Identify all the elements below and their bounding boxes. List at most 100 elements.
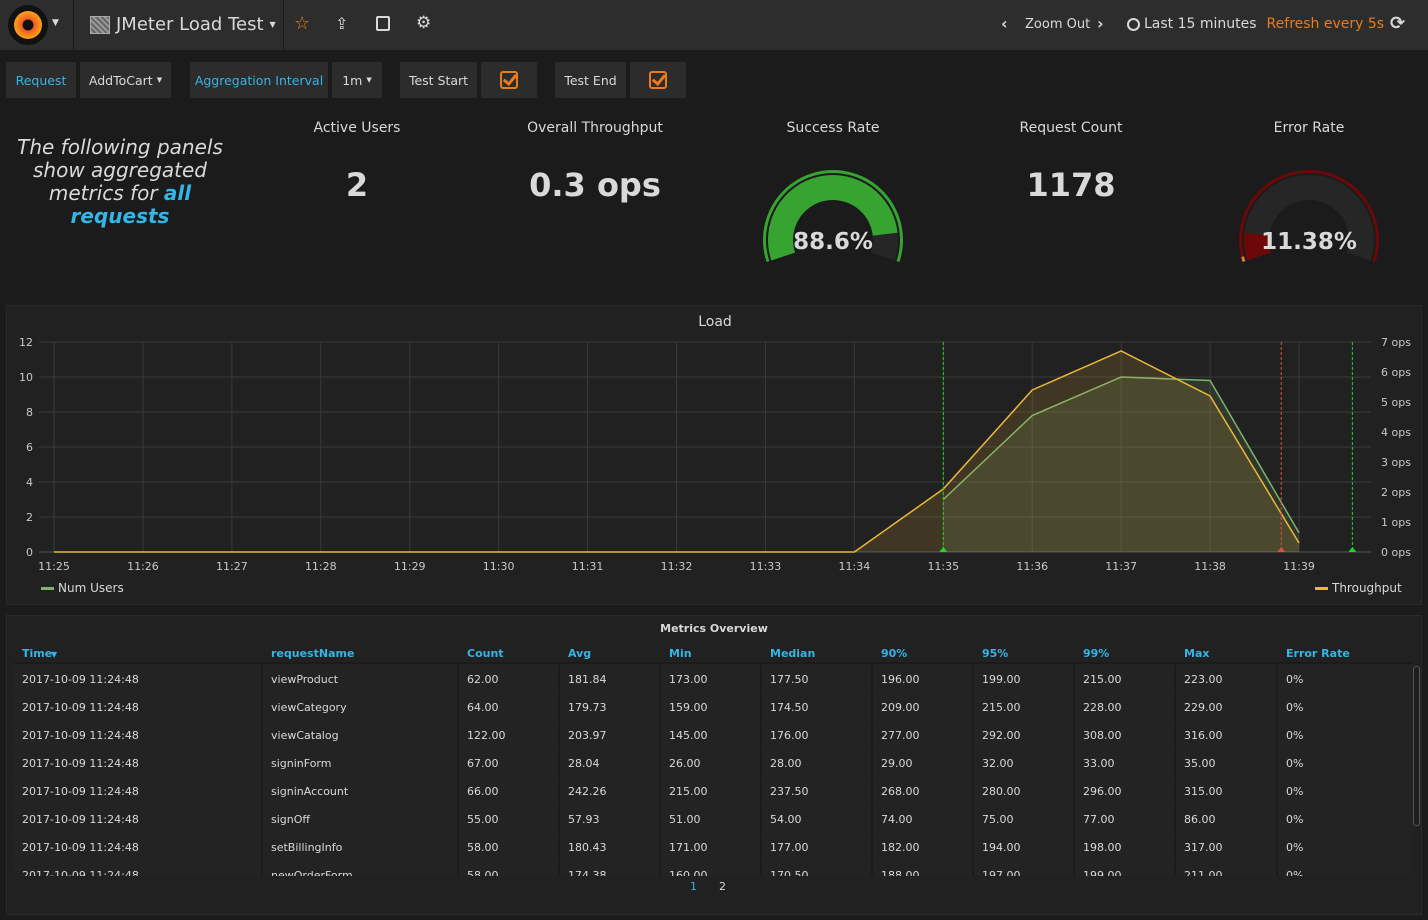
column-divider — [1073, 749, 1075, 776]
column-divider — [558, 665, 560, 692]
x-tick-label: 11:25 — [38, 560, 70, 573]
dashboard-title-button[interactable]: JMeter Load Test ▼ — [90, 14, 276, 35]
column-divider — [760, 721, 762, 748]
column-divider — [1073, 805, 1075, 832]
column-divider — [558, 777, 560, 804]
request-variable-dropdown[interactable]: AddToCart ▼ — [80, 62, 171, 98]
column-divider — [871, 833, 873, 860]
aggregation-interval-dropdown[interactable]: 1m ▼ — [332, 62, 382, 98]
table-cell: 0% — [1286, 841, 1304, 854]
table-cell: 32.00 — [982, 757, 1014, 770]
table-cell: viewCatalog — [271, 729, 339, 742]
table-cell: 317.00 — [1184, 841, 1223, 854]
column-divider — [457, 805, 459, 832]
column-divider — [871, 721, 873, 748]
column-divider — [760, 693, 762, 720]
success-rate-value: 88.6% — [793, 229, 873, 255]
column-header[interactable]: Avg — [568, 647, 591, 660]
test-start-checkbox[interactable] — [481, 62, 537, 98]
table-cell: 170.50 — [770, 869, 809, 876]
legend-swatch-icon — [1315, 586, 1328, 590]
column-divider — [972, 665, 974, 692]
column-divider — [457, 777, 459, 804]
gear-icon[interactable]: ⚙ — [416, 13, 431, 33]
table-cell: 28.04 — [568, 757, 600, 770]
star-icon[interactable]: ☆ — [294, 13, 310, 34]
column-header[interactable]: Time — [22, 647, 52, 660]
table-cell: 177.50 — [770, 673, 809, 686]
save-icon[interactable] — [376, 16, 390, 31]
table-cell: 194.00 — [982, 841, 1021, 854]
column-divider — [659, 777, 661, 804]
table-cell: 215.00 — [669, 785, 708, 798]
column-header[interactable]: 99% — [1083, 647, 1109, 660]
legend-num-users[interactable]: Num Users — [41, 581, 124, 595]
page-2-link[interactable]: 2 — [719, 880, 726, 893]
throughput-value: 0.3 ops — [529, 166, 661, 204]
column-divider — [1174, 805, 1176, 832]
caret-down-icon[interactable]: ▼ — [52, 18, 59, 28]
table-cell: 316.00 — [1184, 729, 1223, 742]
table-cell: setBillingInfo — [271, 841, 343, 854]
zoom-out-button[interactable]: Zoom Out — [1025, 17, 1090, 32]
table-cell: 66.00 — [467, 785, 499, 798]
table-cell: 196.00 — [881, 673, 920, 686]
y-right-tick-label: 1 ops — [1381, 516, 1411, 529]
column-divider — [1174, 833, 1176, 860]
column-header[interactable]: 90% — [881, 647, 907, 660]
table-cell: 2017-10-09 11:24:48 — [22, 869, 139, 876]
share-icon[interactable]: ⇪ — [335, 14, 348, 33]
column-divider — [261, 833, 263, 860]
chevron-right-icon[interactable]: › — [1097, 14, 1104, 33]
column-header[interactable]: Min — [669, 647, 692, 660]
column-divider — [972, 805, 974, 832]
x-tick-label: 11:35 — [927, 560, 959, 573]
table-cell: 268.00 — [881, 785, 920, 798]
column-divider — [972, 721, 974, 748]
column-divider — [1276, 861, 1278, 876]
table-cell: 28.00 — [770, 757, 802, 770]
column-divider — [558, 833, 560, 860]
y-left-tick-label: 0 — [26, 546, 33, 559]
page-1-link[interactable]: 1 — [690, 880, 697, 893]
column-divider — [1276, 693, 1278, 720]
test-end-checkbox[interactable] — [630, 62, 686, 98]
caret-down-icon: ▼ — [156, 76, 163, 84]
table-cell: 198.00 — [1083, 841, 1122, 854]
table-cell: 209.00 — [881, 701, 920, 714]
table-cell: 0% — [1286, 813, 1304, 826]
x-tick-label: 11:26 — [127, 560, 159, 573]
column-header[interactable]: Max — [1184, 647, 1209, 660]
table-row: 2017-10-09 11:24:48 setBillingInfo 58.00 18… — [14, 833, 1412, 860]
table-cell: 0% — [1286, 869, 1304, 876]
table-cell: 58.00 — [467, 841, 499, 854]
table-cell: 64.00 — [467, 701, 499, 714]
grafana-logo-button[interactable] — [8, 5, 48, 45]
table-scrollbar[interactable] — [1413, 666, 1420, 826]
throughput-title: Overall Throughput — [527, 120, 663, 136]
column-divider — [1276, 665, 1278, 692]
legend-label: Num Users — [58, 581, 124, 595]
y-left-tick-label: 10 — [19, 371, 33, 384]
column-divider — [1073, 693, 1075, 720]
column-divider — [457, 749, 459, 776]
column-header[interactable]: requestName — [271, 647, 354, 660]
x-tick-label: 11:33 — [750, 560, 782, 573]
column-header[interactable]: Count — [467, 647, 504, 660]
column-header[interactable]: Error Rate — [1286, 647, 1350, 660]
legend-throughput[interactable]: Throughput — [1315, 581, 1402, 595]
table-cell: 188.00 — [881, 869, 920, 876]
table-cell: 74.00 — [881, 813, 913, 826]
refresh-icon[interactable]: ⟳ — [1390, 13, 1405, 34]
column-header[interactable]: Median — [770, 647, 815, 660]
time-picker-button[interactable]: Last 15 minutes Refresh every 5s — [1127, 16, 1384, 32]
table-cell: 180.43 — [568, 841, 607, 854]
column-divider — [760, 665, 762, 692]
table-cell: 33.00 — [1083, 757, 1115, 770]
column-header[interactable]: 95% — [982, 647, 1008, 660]
column-divider — [760, 861, 762, 876]
table-cell: 174.50 — [770, 701, 809, 714]
y-left-tick-label: 8 — [26, 406, 33, 419]
table-cell: 159.00 — [669, 701, 708, 714]
chevron-left-icon[interactable]: ‹ — [1001, 14, 1008, 33]
